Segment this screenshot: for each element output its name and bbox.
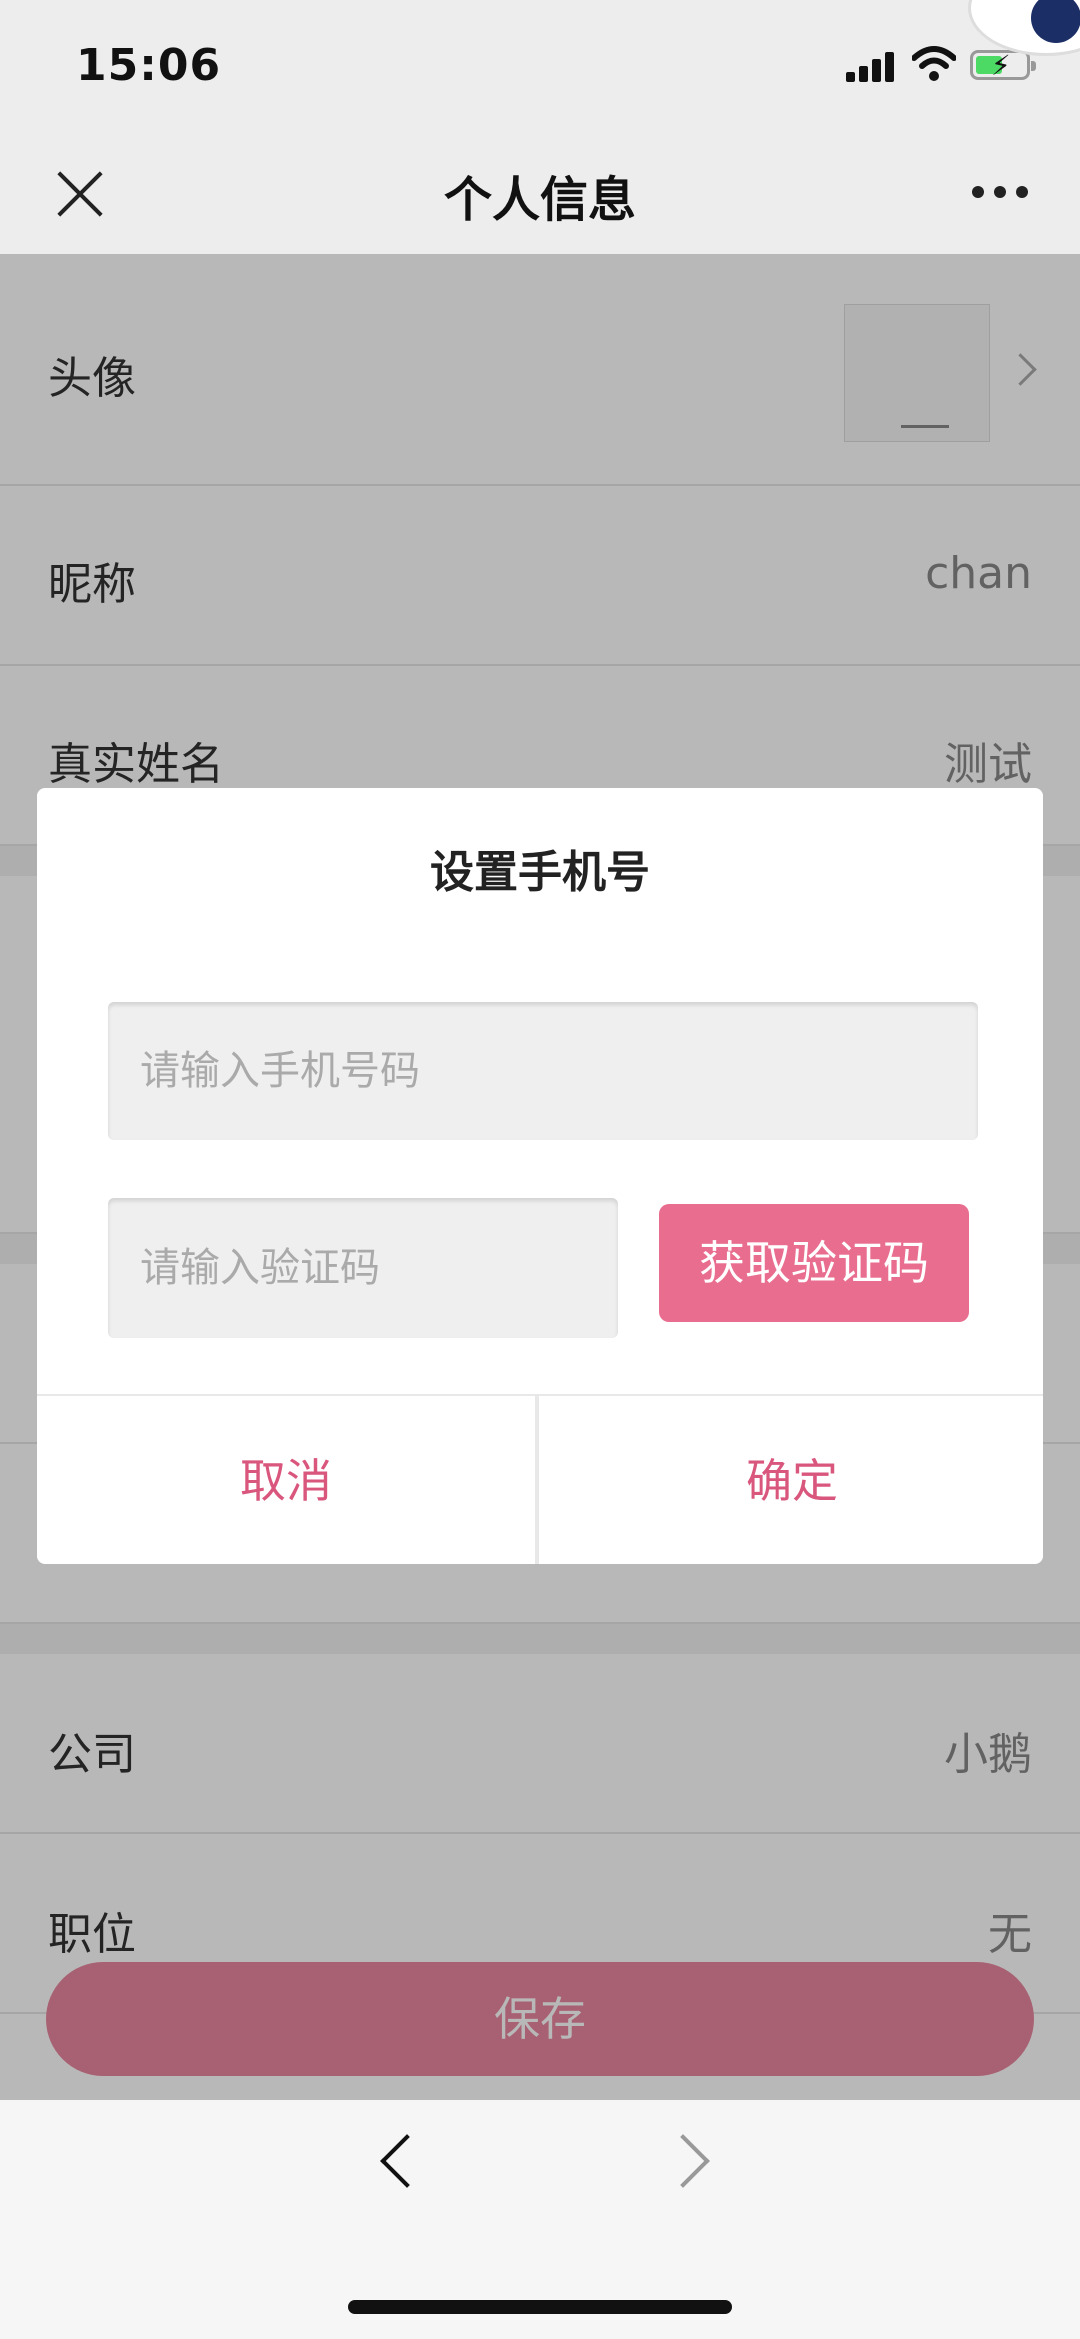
wifi-icon: [912, 46, 956, 81]
page-title: 个人信息: [443, 172, 636, 228]
forward-arrow-icon[interactable]: [656, 2134, 710, 2188]
cancel-button[interactable]: 取消: [37, 1396, 539, 1564]
status-time: 15:06: [76, 40, 222, 91]
floating-assistant-icon[interactable]: [968, 0, 1080, 56]
nav-bar: 个人信息: [0, 130, 1080, 254]
more-icon[interactable]: [970, 186, 1030, 200]
battery-icon: ⚡: [970, 49, 1036, 82]
home-indicator[interactable]: [348, 2300, 732, 2314]
status-bar: 15:06 ⚡: [0, 0, 1080, 130]
signal-icon: [846, 50, 898, 82]
dialog-title: 设置手机号: [430, 847, 650, 898]
set-phone-dialog: 设置手机号 请输入手机号码 请输入验证码 获取验证码 取消 确定: [37, 788, 1043, 1564]
get-code-button[interactable]: 获取验证码: [659, 1204, 969, 1322]
confirm-button[interactable]: 确定: [541, 1396, 1043, 1564]
dialog-footer: 取消 确定: [37, 1394, 1043, 1564]
phone-input[interactable]: 请输入手机号码: [108, 1002, 978, 1140]
back-arrow-icon[interactable]: [380, 2134, 434, 2188]
verification-code-input[interactable]: 请输入验证码: [108, 1198, 618, 1338]
